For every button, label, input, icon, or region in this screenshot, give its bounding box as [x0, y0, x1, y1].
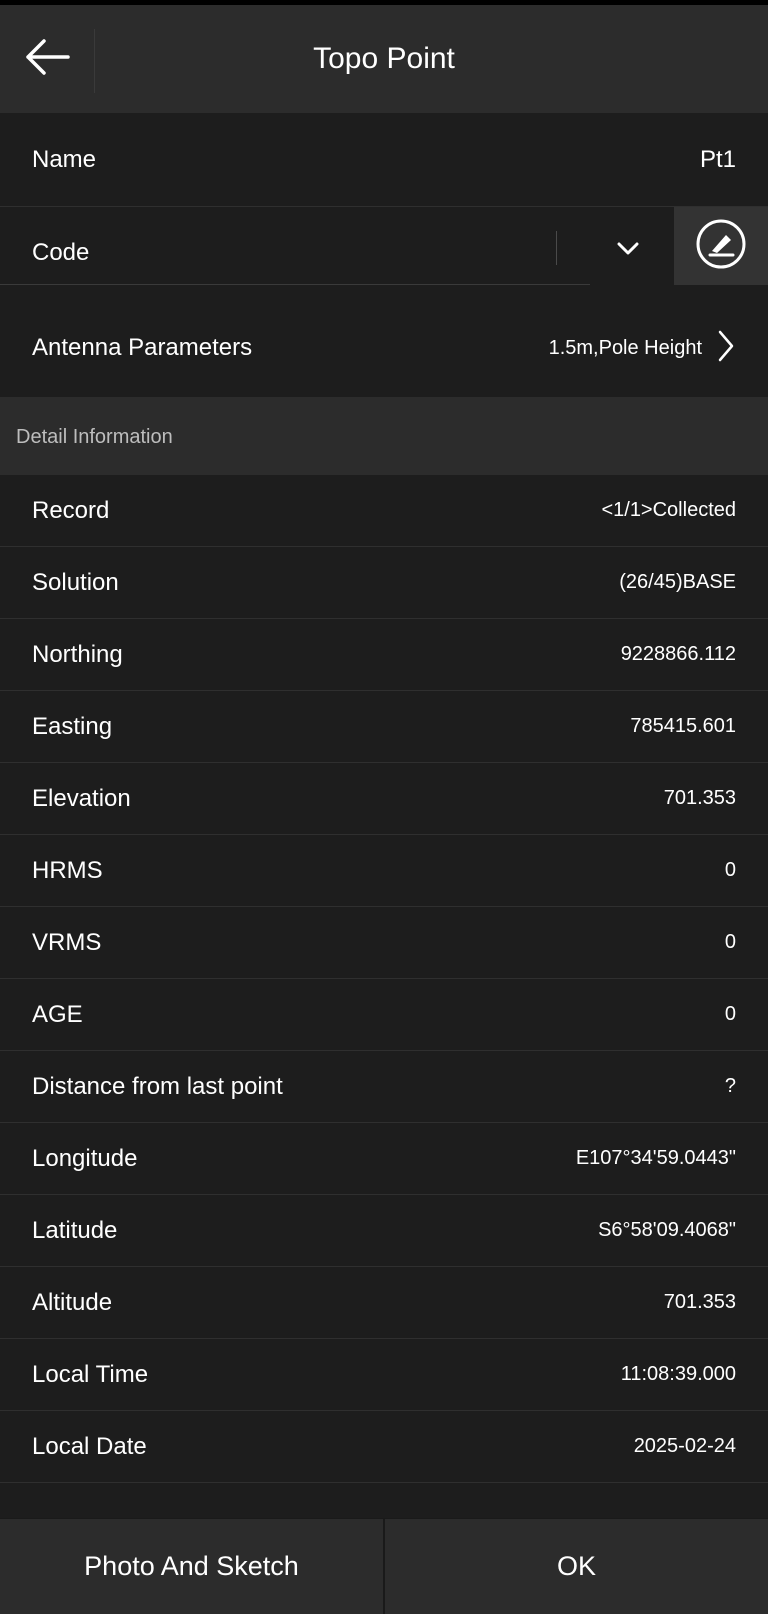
detail-label: Local Date — [32, 1432, 147, 1460]
code-input-divider — [556, 231, 557, 265]
antenna-value: 1.5m,Pole Height — [548, 336, 702, 359]
page-title: Topo Point — [313, 42, 455, 75]
detail-label: Latitude — [32, 1216, 118, 1244]
detail-value: E107°34'59.0443" — [575, 1147, 736, 1169]
header-divider — [94, 29, 95, 93]
detail-row: HRMS 0 — [0, 835, 768, 907]
detail-value: 785415.601 — [630, 715, 736, 737]
pen-circle-icon — [695, 218, 747, 275]
detail-row: Northing 9228866.112 — [0, 619, 768, 691]
detail-value: 0 — [724, 859, 736, 881]
detail-label: Longitude — [32, 1144, 138, 1172]
detail-row: Local Time 11:08:39.000 — [0, 1339, 768, 1411]
detail-value: 2025-02-24 — [633, 1435, 736, 1457]
detail-row: Local Date 2025-02-24 — [0, 1411, 768, 1483]
detail-value: 0 — [724, 1003, 736, 1025]
antenna-value-group: 1.5m,Pole Height — [549, 329, 736, 368]
chevron-right-icon — [716, 329, 736, 368]
code-field: Code — [0, 207, 768, 299]
antenna-parameters-row[interactable]: Antenna Parameters 1.5m,Pole Height — [0, 299, 768, 397]
detail-row: Easting 785415.601 — [0, 691, 768, 763]
detail-value: ? — [724, 1075, 736, 1097]
back-button[interactable] — [0, 5, 94, 113]
detail-label: Record — [32, 496, 110, 524]
photo-and-sketch-button[interactable]: Photo And Sketch — [0, 1519, 383, 1614]
detail-list[interactable]: Record <1/1>Collected Solution (26/45)BASE N… — [0, 475, 768, 1518]
detail-value: 0 — [724, 931, 736, 953]
arrow-left-icon — [22, 37, 72, 82]
detail-label: Elevation — [32, 784, 131, 812]
detail-information-header: Detail Information — [0, 397, 768, 477]
name-label: Name — [32, 145, 97, 173]
detail-row: Elevation 701.353 — [0, 763, 768, 835]
detail-value: 11:08:39.000 — [620, 1363, 736, 1385]
antenna-label: Antenna Parameters — [32, 334, 253, 361]
app-header: Topo Point — [0, 5, 768, 113]
name-field[interactable]: Name Pt1 — [0, 113, 768, 207]
detail-value: S6°58'09.4068" — [598, 1219, 736, 1241]
detail-value: <1/1>Collected — [601, 499, 736, 521]
detail-label: Easting — [32, 712, 113, 740]
code-label: Code — [32, 239, 90, 266]
footer-bar: Photo And Sketch OK — [0, 1518, 768, 1614]
form-area: Name Pt1 Code Antenna Parameters 1.5m,Po… — [0, 113, 768, 477]
detail-row: AGE 0 — [0, 979, 768, 1051]
detail-label: Distance from last point — [32, 1072, 283, 1100]
detail-label: AGE — [32, 1000, 83, 1028]
detail-row: Latitude S6°58'09.4068" — [0, 1195, 768, 1267]
detail-value: 9228866.112 — [620, 643, 736, 665]
detail-label: Solution — [32, 568, 119, 596]
detail-row: VRMS 0 — [0, 907, 768, 979]
code-input-underline[interactable] — [0, 284, 590, 285]
code-edit-button[interactable] — [674, 207, 768, 285]
detail-value: 701.353 — [663, 787, 736, 809]
detail-row: Altitude 701.353 — [0, 1267, 768, 1339]
detail-label: Local Time — [32, 1360, 149, 1388]
detail-row: Longitude E107°34'59.0443" — [0, 1123, 768, 1195]
detail-label: HRMS — [32, 856, 103, 884]
chevron-down-icon[interactable] — [612, 233, 644, 265]
detail-value: (26/45)BASE — [619, 571, 736, 593]
detail-row: Solution (26/45)BASE — [0, 547, 768, 619]
name-value[interactable]: Pt1 — [700, 146, 736, 174]
detail-label: Northing — [32, 640, 123, 668]
detail-row: Distance from last point? — [0, 1051, 768, 1123]
detail-label: VRMS — [32, 928, 102, 956]
ok-button[interactable]: OK — [385, 1519, 768, 1614]
detail-value: 701.353 — [663, 1291, 736, 1313]
detail-label: Altitude — [32, 1288, 113, 1316]
detail-row: Record <1/1>Collected — [0, 475, 768, 547]
